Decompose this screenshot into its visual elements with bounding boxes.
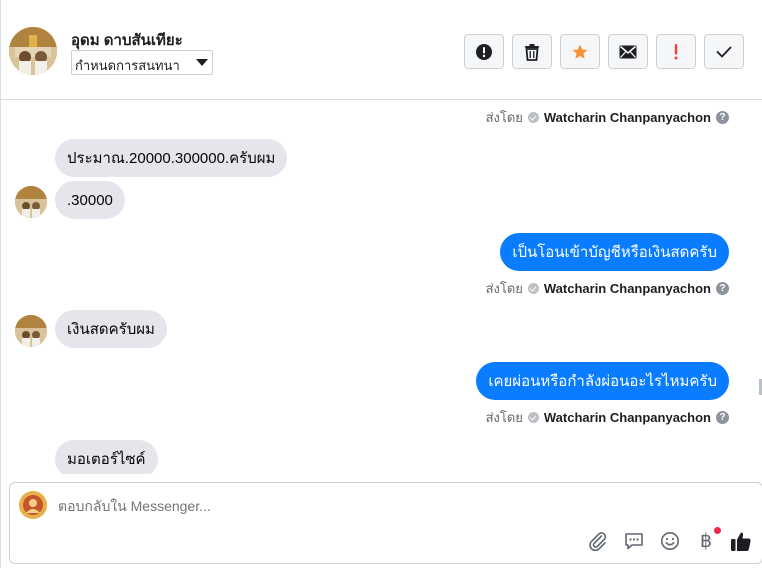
incoming-message[interactable]: เงินสดครับผม: [55, 310, 167, 348]
sent-by-prefix: ส่งโดย: [485, 110, 523, 125]
sent-by-line: ส่งโดย Watcharin Chanpanyachon ?: [486, 407, 729, 428]
envelope-icon: [619, 45, 637, 58]
incoming-message[interactable]: .30000: [55, 181, 125, 219]
assign-conversation-dropdown[interactable]: กำหนดการสนทนา: [71, 50, 213, 75]
sent-by-line: ส่งโดย Watcharin Chanpanyachon ?: [486, 107, 729, 128]
incoming-message[interactable]: ประมาณ.20000.300000.ครับผม: [55, 139, 288, 177]
star-icon: [572, 44, 588, 59]
attach-button[interactable]: [586, 529, 610, 553]
verified-check-icon: [527, 412, 539, 423]
help-icon[interactable]: ?: [716, 111, 729, 124]
saved-reply-button[interactable]: [622, 529, 646, 553]
emoji-icon: [661, 532, 679, 550]
delete-button[interactable]: [512, 34, 552, 69]
follow-up-button[interactable]: [656, 34, 696, 69]
baht-payment-icon: ฿: [699, 530, 713, 552]
sent-by-prefix: ส่งโดย: [485, 281, 523, 296]
saved-reply-icon: [625, 533, 643, 550]
page-avatar: [19, 491, 47, 519]
conversation-header: อุดม ดาบสันเทียะ กำหนดการสนทนา: [1, 0, 762, 100]
payment-button[interactable]: ฿: [694, 527, 721, 553]
paperclip-icon: [589, 532, 607, 551]
trash-icon: [525, 43, 539, 61]
contact-avatar-small[interactable]: [15, 315, 47, 347]
sent-by-prefix: ส่งโดย: [485, 410, 523, 425]
notification-dot: [714, 527, 721, 534]
star-button[interactable]: [560, 34, 600, 69]
send-like-button[interactable]: [729, 529, 753, 553]
caret-down-icon: [196, 59, 208, 66]
inbox-conversation-panel: อุดม ดาบสันเทียะ กำหนดการสนทนา ส่งโดย Wa…: [0, 0, 762, 568]
sender-name[interactable]: Watcharin Chanpanyachon: [544, 110, 711, 125]
exclamation-icon: [674, 43, 678, 59]
assign-dropdown-label: กำหนดการสนทนา: [75, 58, 180, 73]
report-spam-button[interactable]: [464, 34, 504, 69]
verified-check-icon: [527, 112, 539, 123]
help-icon[interactable]: ?: [716, 282, 729, 295]
emoji-button[interactable]: [658, 529, 682, 553]
mark-unread-button[interactable]: [608, 34, 648, 69]
contact-avatar-small[interactable]: [15, 186, 47, 218]
outgoing-message[interactable]: เคยผ่อนหรือกำลังผ่อนอะไรไหมครับ: [476, 362, 729, 400]
sent-by-line: ส่งโดย Watcharin Chanpanyachon ?: [486, 278, 729, 299]
exclamation-circle-icon: [476, 43, 492, 60]
message-thread[interactable]: ส่งโดย Watcharin Chanpanyachon ? ประมาณ.…: [1, 101, 762, 474]
help-icon[interactable]: ?: [716, 411, 729, 424]
mark-done-button[interactable]: [704, 34, 744, 69]
incoming-message[interactable]: มอเตอร์ไซค์: [55, 440, 158, 474]
contact-avatar[interactable]: [9, 27, 57, 75]
contact-name[interactable]: อุดม ดาบสันเทียะ: [71, 28, 183, 52]
sender-name[interactable]: Watcharin Chanpanyachon: [544, 410, 711, 425]
checkmark-icon: [716, 46, 732, 57]
reply-input[interactable]: [58, 498, 558, 514]
verified-check-icon: [527, 283, 539, 294]
reply-composer: ฿: [9, 482, 762, 564]
thumbs-up-icon: [731, 532, 751, 551]
sender-name[interactable]: Watcharin Chanpanyachon: [544, 281, 711, 296]
outgoing-message[interactable]: เป็นโอนเข้าบัญชีหรือเงินสดครับ: [500, 233, 729, 271]
